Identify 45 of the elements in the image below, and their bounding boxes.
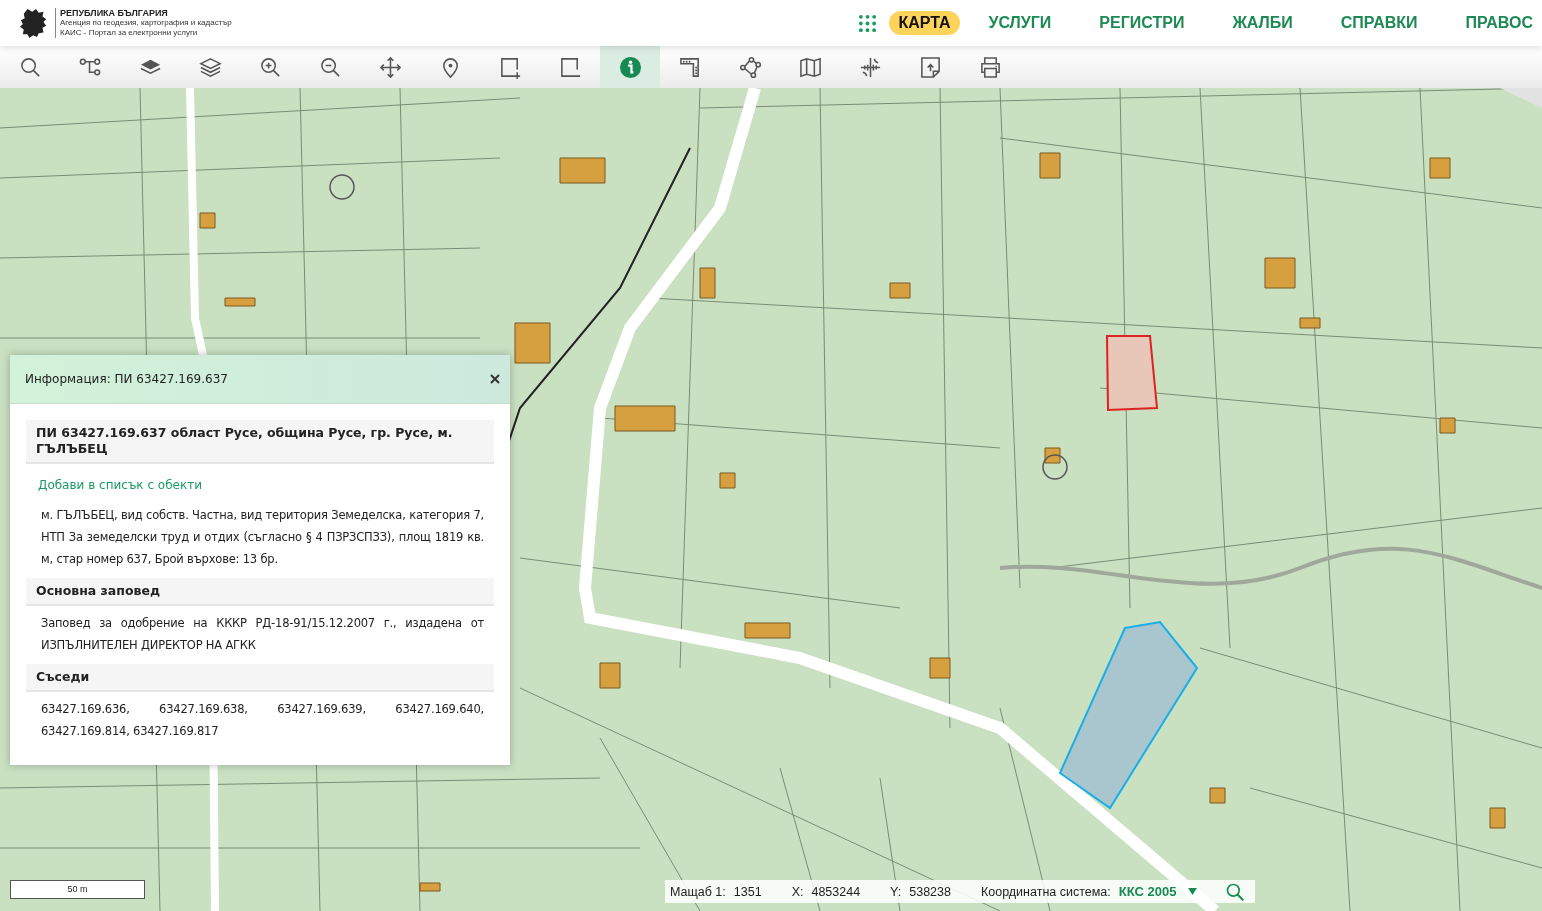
- section-text: Заповед за одобрение на КККР РД-18-91/15.12.2007 г., издадена от ИЗПЪЛНИТЕЛЕН ДИРЕКТОР НА АГКК: [40, 615, 485, 654]
- parcel-heading: ПИ 63427.169.637 област Русе, община Русе, гр. Русе, м. ГЪЛЪБЕЦ: [26, 420, 494, 464]
- agency-text: РЕПУБЛИКА БЪЛГАРИЯ: [60, 8, 169, 18]
- map-icon: [798, 55, 822, 79]
- search-icon: [18, 55, 42, 79]
- info-icon: [618, 55, 642, 79]
- section-heading: Основна заповед: [26, 578, 494, 606]
- zoom-in-icon: [258, 55, 282, 79]
- nav-link[interactable]: РЕГИСТРИ: [1090, 11, 1194, 35]
- layers-icon: [198, 55, 222, 79]
- crosshair-icon: [858, 55, 882, 79]
- scale-bar: 50 m: [10, 880, 145, 899]
- section-heading: Съседи: [26, 664, 494, 692]
- nav-link[interactable]: СПРАВКИ: [1331, 11, 1427, 35]
- add-area-icon: [498, 55, 522, 79]
- search-icon[interactable]: [1225, 881, 1246, 902]
- remove-area-icon: [558, 55, 582, 79]
- add-to-list-link[interactable]: Добави в списък с обекти: [26, 464, 494, 498]
- y-coordinate: 538238: [909, 884, 951, 899]
- agency-text: Агенция по геодезия, картография и кадастър: [60, 18, 232, 28]
- close-icon[interactable]: [490, 374, 500, 384]
- y-label: Y:: [890, 884, 902, 899]
- polygon-icon: [738, 55, 762, 79]
- apps-grid-icon[interactable]: [858, 13, 878, 33]
- scale-value: 1351: [733, 884, 762, 899]
- move-icon: [378, 55, 402, 79]
- scale-label: Мащаб 1:: [670, 884, 726, 899]
- print-icon: [978, 55, 1002, 79]
- nav-link[interactable]: ПРАВОС: [1456, 11, 1542, 35]
- section-text: 63427.169.636, 63427.169.638, 63427.169.639, 63427.169.640, 63427.169.814, 63427.169.817: [40, 701, 485, 740]
- parcel-description: м. ГЪЛЪБЕЦ, вид собств. Частна, вид територия Земеделска, категория 7, НТП За земеделски труд и отдих (съгласно § 4 ПЗРЗСПЗЗ), площ 1819 кв. м, стар номер 637, Брой върхове: 13 бр.: [40, 507, 485, 568]
- nav-link[interactable]: ЖАЛБИ: [1223, 11, 1302, 35]
- agency-text: КАИС - Портал за електронни услуги: [60, 28, 199, 38]
- ruler-icon: [678, 55, 702, 79]
- upload-file-icon: [918, 55, 942, 79]
- nav-link[interactable]: УСЛУГИ: [979, 11, 1061, 35]
- zoom-out-icon: [318, 55, 342, 79]
- x-label: X:: [791, 884, 804, 899]
- panel-title: Информация: ПИ 63427.169.637: [25, 372, 228, 386]
- x-coordinate: 4853244: [811, 884, 861, 899]
- nav-link[interactable]: КАРТА: [889, 11, 960, 35]
- crs-select[interactable]: ККС 2005: [1118, 884, 1177, 899]
- crs-label: Координатна система:: [980, 884, 1111, 899]
- tool-button[interactable]: [600, 46, 660, 88]
- caret-icon[interactable]: [1188, 888, 1198, 895]
